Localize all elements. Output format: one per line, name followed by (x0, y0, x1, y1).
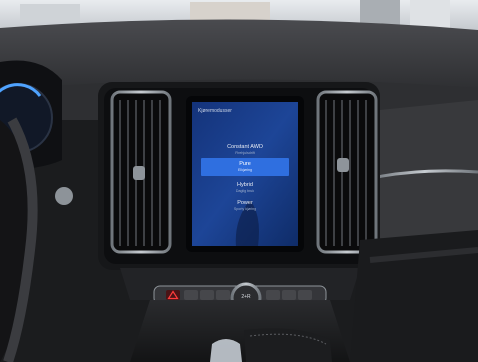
drive-mode-name: Constant AWD (227, 144, 263, 150)
drive-mode-title: Kjøremodusser (198, 108, 232, 114)
drive-mode-name: Hybrid (237, 182, 253, 188)
left-air-vent (110, 90, 172, 254)
console-button[interactable] (184, 290, 198, 300)
drive-mode-subtitle: Elkjøring (238, 168, 252, 172)
console-button[interactable] (200, 290, 214, 300)
console-button[interactable] (266, 290, 280, 300)
drive-mode-subtitle: Sporty kjøring (233, 207, 257, 211)
drive-mode-name: Power (237, 200, 253, 206)
drive-mode-option-hybrid[interactable]: Hybrid Daglig bruk (192, 182, 298, 196)
volume-knob-label: 2+R (241, 294, 251, 300)
drive-mode-option-constant-awd[interactable]: Constant AWD Firehjulsdrift (192, 144, 298, 158)
drive-mode-option-power[interactable]: Power Sporty kjøring (192, 200, 298, 214)
drive-mode-subtitle: Daglig bruk (235, 189, 255, 193)
drive-mode-option-pure[interactable]: Pure Elkjøring (201, 158, 289, 176)
drive-mode-menu: Kjøremodusser Constant AWD Firehjulsdrif… (192, 102, 298, 246)
drive-mode-subtitle: Firehjulsdrift (235, 151, 255, 155)
console-button[interactable] (282, 290, 296, 300)
console-button[interactable] (298, 290, 312, 300)
right-air-vent (316, 90, 378, 254)
gear-selector[interactable] (210, 339, 242, 362)
console-button[interactable] (216, 290, 230, 300)
drive-mode-name: Pure (239, 161, 251, 167)
